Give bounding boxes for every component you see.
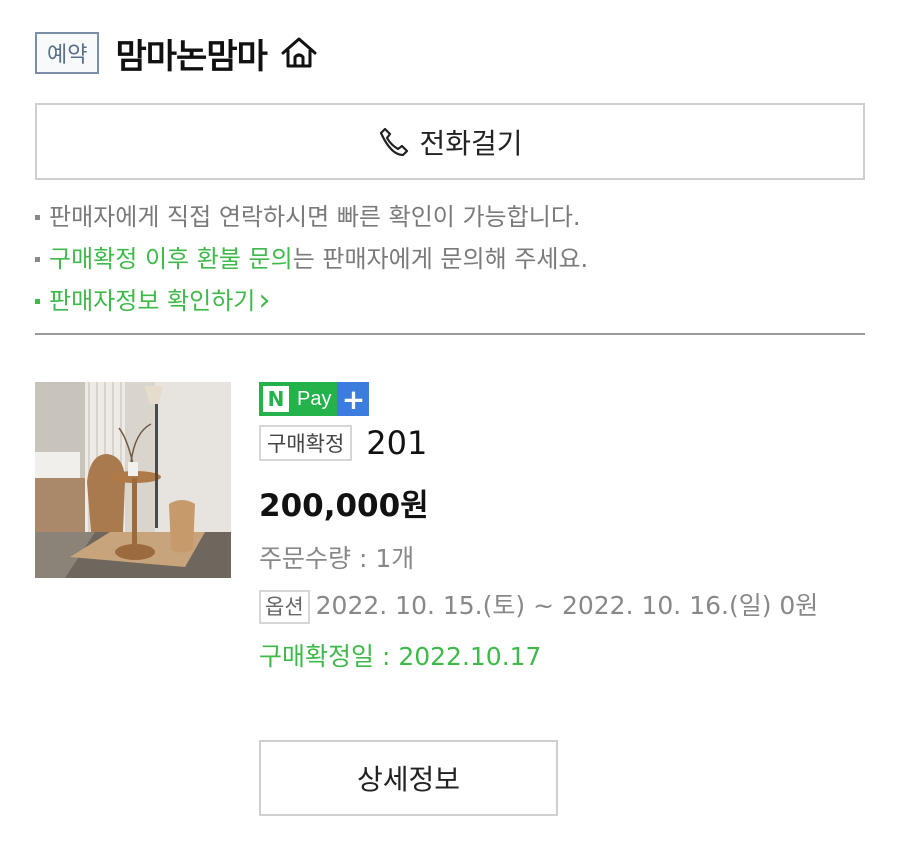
bullet xyxy=(35,214,40,220)
seller-info-link[interactable]: 판매자정보 확인하기 xyxy=(49,280,255,322)
product-option: 옵션 2022. 10. 15.(토) ~ 2022. 10. 16.(일) 0원 xyxy=(259,587,865,625)
product-name[interactable]: 201 xyxy=(366,424,427,462)
seller-notice: 판매자에게 직접 연락하시면 빠른 확인이 가능합니다. 구매확정 이후 환불 … xyxy=(35,196,865,322)
product-thumbnail[interactable] xyxy=(35,382,231,578)
home-icon[interactable] xyxy=(279,35,319,71)
store-header: 예약 맘마논맘마 xyxy=(35,28,319,78)
order-product: N Pay + 구매확정 201 200,000원 주문수량 : 1개 옵션 20… xyxy=(259,382,865,673)
call-button-label: 전화걸기 xyxy=(419,126,523,160)
seller-info-link-row[interactable]: 판매자정보 확인하기 › xyxy=(35,280,865,322)
notice-refund-text: 는 판매자에게 문의해 주세요. xyxy=(292,245,589,273)
section-divider xyxy=(35,333,865,335)
option-text: 2022. 10. 15.(토) ~ 2022. 10. 16.(일) 0원 xyxy=(315,591,819,620)
phone-icon xyxy=(377,125,411,159)
option-badge: 옵션 xyxy=(259,590,310,624)
notice-contact-text: 판매자에게 직접 연락하시면 빠른 확인이 가능합니다. xyxy=(49,203,581,231)
bullet xyxy=(35,256,40,262)
notice-contact: 판매자에게 직접 연락하시면 빠른 확인이 가능합니다. xyxy=(35,196,865,238)
product-status-row: 구매확정 201 xyxy=(259,424,865,462)
purchase-status-badge: 구매확정 xyxy=(259,425,353,461)
call-button[interactable]: 전화걸기 xyxy=(35,103,865,180)
chevron-right-icon: › xyxy=(258,283,271,318)
product-price: 200,000원 xyxy=(259,488,429,524)
reservation-badge: 예약 xyxy=(35,32,100,74)
detail-info-button[interactable]: 상세정보 xyxy=(259,740,558,816)
npay-n-icon: N xyxy=(263,386,289,412)
npay-text: Pay xyxy=(297,387,332,410)
notice-refund-highlight: 구매확정 이후 환불 문의 xyxy=(49,245,293,273)
npay-logo: N Pay xyxy=(259,382,338,416)
store-name[interactable]: 맘마논맘마 xyxy=(115,29,267,78)
notice-refund: 구매확정 이후 환불 문의 는 판매자에게 문의해 주세요. xyxy=(35,238,865,280)
bullet xyxy=(35,298,40,304)
purchase-confirm-date: 구매확정일 : 2022.10.17 xyxy=(259,642,542,671)
order-quantity: 주문수량 : 1개 xyxy=(259,544,415,573)
plus-icon: + xyxy=(337,382,370,416)
npay-plus-badge: N Pay + xyxy=(259,382,865,416)
